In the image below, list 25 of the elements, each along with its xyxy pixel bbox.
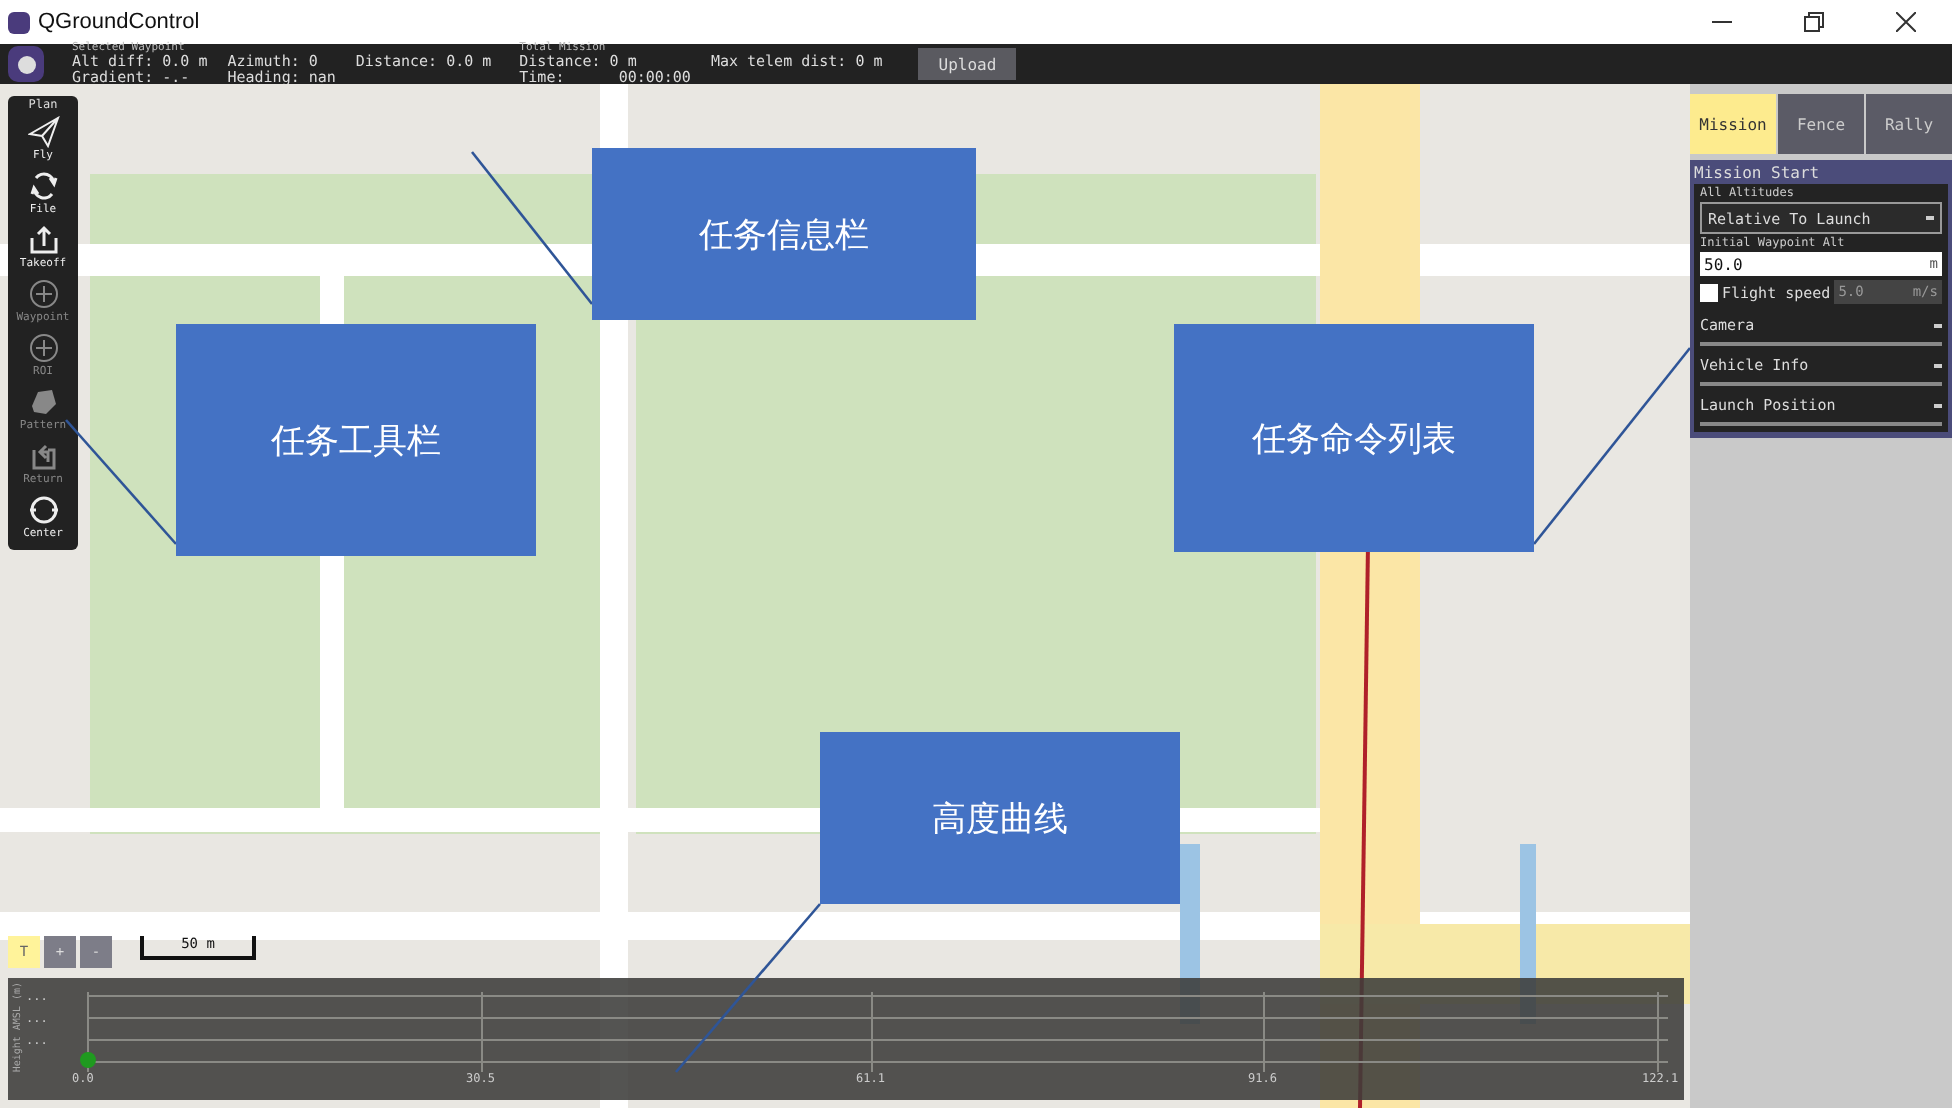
center-icon: [27, 494, 59, 526]
return-icon: [27, 440, 59, 472]
window-title: QGroundControl: [38, 10, 200, 34]
waypoint-dot: [80, 1052, 96, 1068]
plus-circle-icon: [27, 332, 59, 364]
callout-label: 任务命令列表: [1174, 324, 1534, 552]
upload-icon: [27, 224, 59, 256]
panel-title: Mission Start: [1694, 162, 1822, 184]
tab[interactable]: Rally: [1866, 94, 1952, 154]
restore-icon[interactable]: [1804, 12, 1824, 32]
sync-icon: [27, 170, 59, 202]
paper-plane-icon: [27, 116, 59, 148]
app-logo-icon: [8, 11, 30, 33]
callout-label: 任务工具栏: [176, 324, 536, 556]
leader-line: [65, 419, 177, 545]
upload-button[interactable]: Upload: [918, 48, 1017, 80]
plus-circle-icon: [27, 278, 59, 310]
close-icon[interactable]: [1896, 12, 1916, 32]
pattern-icon: [27, 386, 59, 418]
callout-label: 高度曲线: [820, 732, 1180, 904]
tab[interactable]: Mission: [1690, 94, 1776, 154]
callout-label: 任务信息栏: [592, 148, 976, 320]
tab[interactable]: Fence: [1778, 94, 1864, 154]
checkbox[interactable]: [1700, 283, 1718, 301]
app-logo-icon[interactable]: [8, 46, 44, 82]
